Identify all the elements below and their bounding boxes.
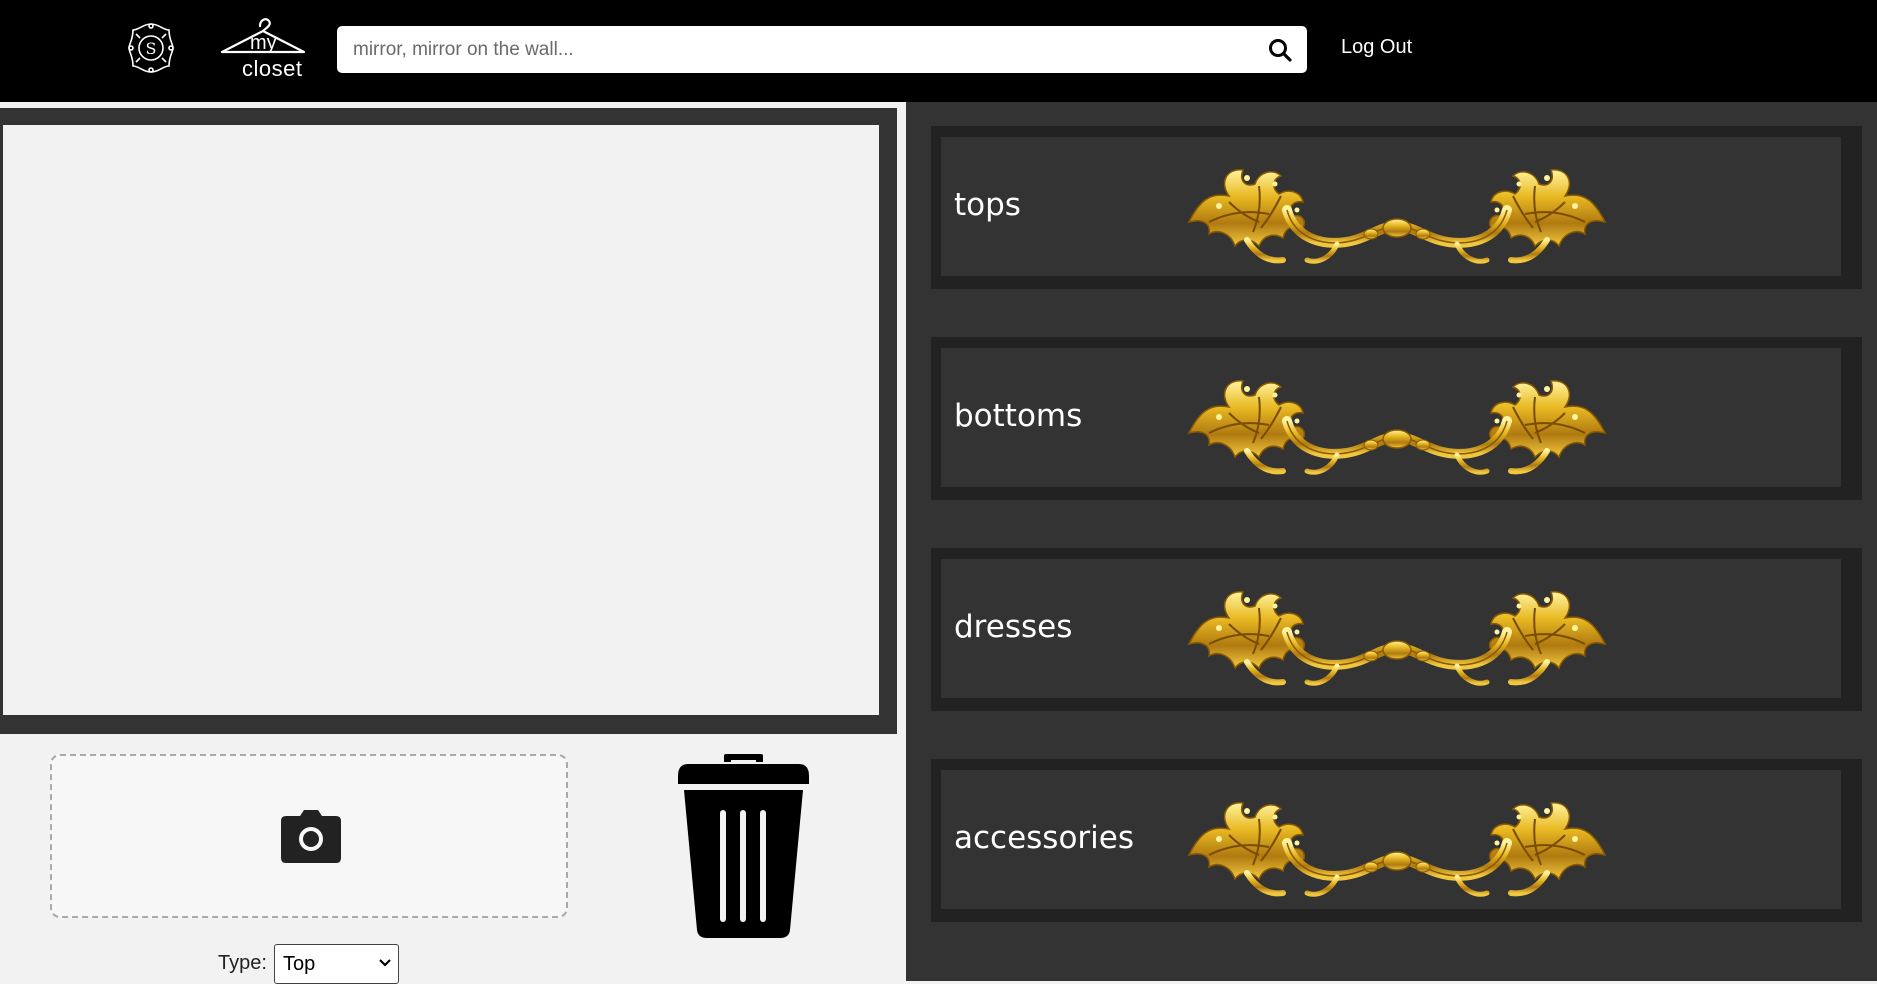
item-editor: Type: Top [0, 734, 906, 984]
top-navbar: S my closet Log Out [0, 0, 1877, 102]
drawer-label: tops [954, 187, 1021, 223]
ornate-gold-handle-icon [1187, 777, 1607, 905]
drawer-tops-front[interactable]: tops [941, 137, 1841, 276]
drawer-label: dresses [954, 609, 1073, 645]
camera-icon [281, 810, 341, 863]
search-bar [337, 26, 1307, 73]
photo-upload-dropzone[interactable] [50, 754, 568, 918]
outfit-preview-canvas[interactable] [3, 125, 879, 715]
type-select[interactable]: Top [274, 944, 399, 984]
drawer-dresses-front[interactable]: dresses [941, 559, 1841, 698]
ornate-gold-handle-icon [1187, 566, 1607, 694]
type-label: Type: [218, 952, 267, 974]
brand-crest-logo[interactable]: S [126, 20, 176, 76]
ornate-gold-handle-icon [1187, 144, 1607, 272]
logout-link[interactable]: Log Out [1341, 36, 1412, 59]
outfit-preview-frame [0, 108, 897, 734]
drawer-bottoms-front[interactable]: bottoms [941, 348, 1841, 487]
logo-text-my: my [250, 32, 277, 54]
drawer-accessories-front[interactable]: accessories [941, 770, 1841, 909]
closet-drawers-panel: tops bottoms dresses accessories [906, 102, 1877, 981]
drawer-tops: tops [931, 126, 1862, 289]
brand-crest-letter: S [146, 39, 157, 58]
trash-icon[interactable] [678, 754, 809, 938]
drawer-label: accessories [954, 820, 1135, 856]
ornate-gold-handle-icon [1187, 355, 1607, 483]
search-icon[interactable] [1267, 37, 1293, 63]
search-input[interactable] [337, 26, 1247, 73]
drawer-label: bottoms [954, 398, 1083, 434]
drawer-bottoms: bottoms [931, 337, 1862, 500]
logo-text-closet: closet [242, 56, 303, 81]
drawer-accessories: accessories [931, 759, 1862, 922]
drawer-dresses: dresses [931, 548, 1862, 711]
my-closet-logo[interactable]: my closet [216, 12, 310, 84]
